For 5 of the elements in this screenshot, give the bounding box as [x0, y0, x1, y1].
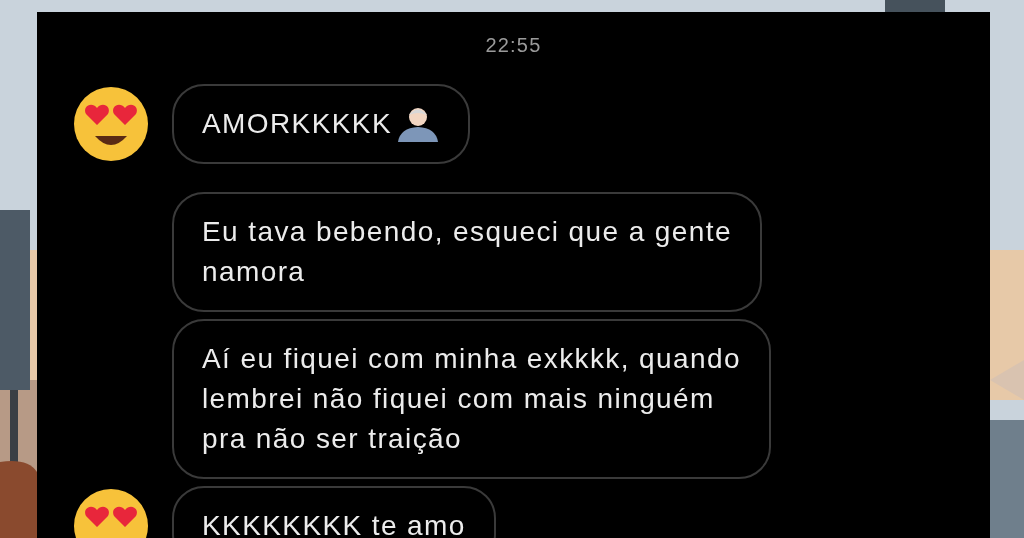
message-text: Aí eu fiquei com minha exkkkk, quando lembrei não fiquei com mais ninguém pra não ser traição: [202, 342, 741, 456]
message-text: Eu tava bebendo, esqueci que a gente namora: [202, 215, 732, 289]
message-text: KKKKKKKK te amo: [202, 509, 466, 538]
timestamp: 22:55: [485, 33, 542, 58]
message-text: AMORKKKKK: [202, 107, 392, 141]
